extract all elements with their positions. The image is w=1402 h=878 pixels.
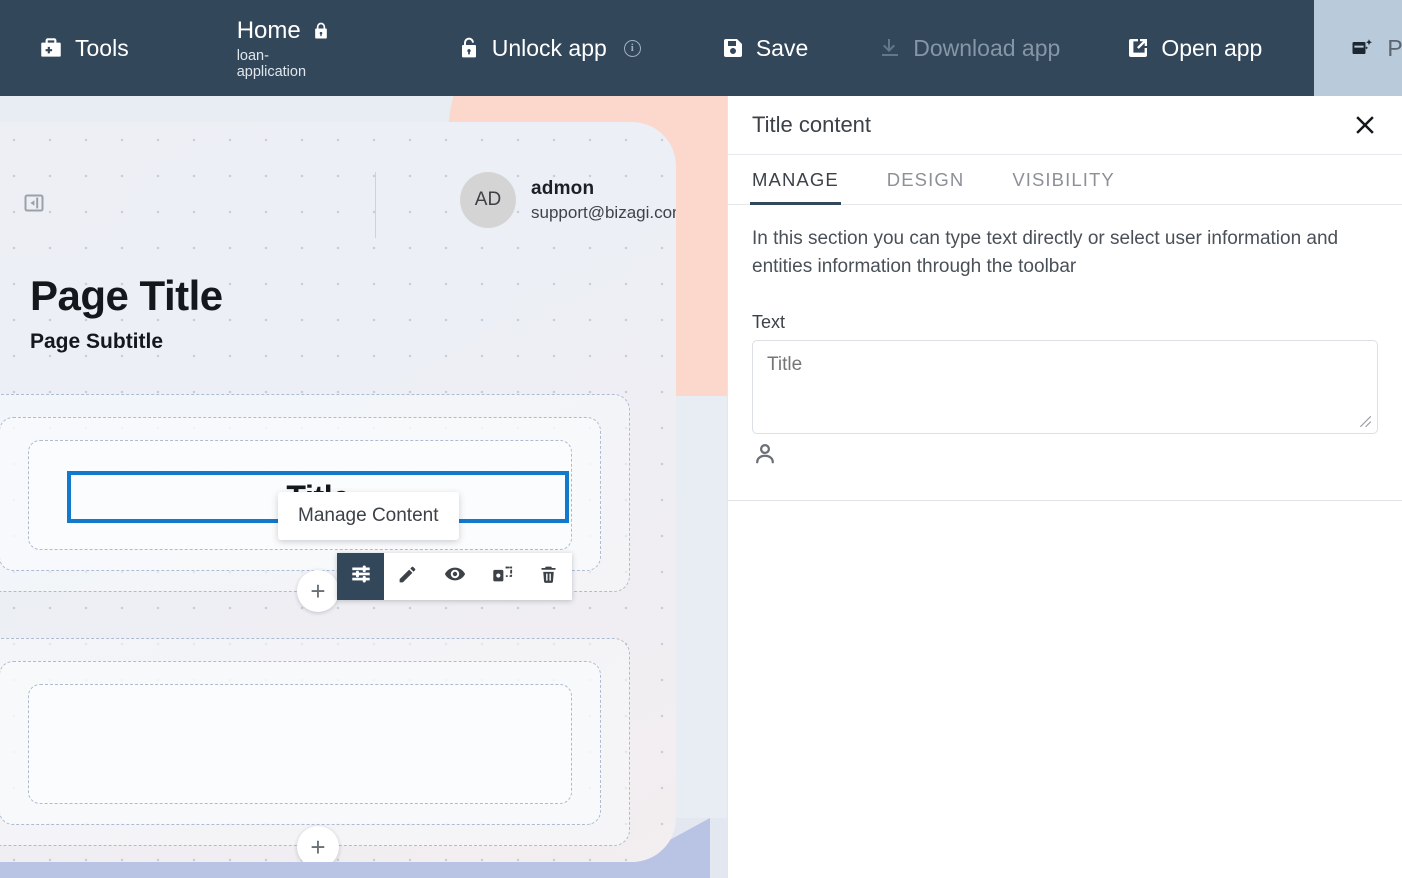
pencil-icon — [397, 564, 418, 590]
duplicate-button[interactable] — [478, 553, 525, 600]
home-sublabel: loan-application — [236, 47, 307, 80]
text-field-label: Text — [752, 312, 786, 332]
sliders-icon — [350, 563, 372, 590]
properties-panel: Title content MANAGE DESIGN VISIBILITY I… — [727, 96, 1402, 878]
publish-button[interactable]: Publish — [1314, 0, 1402, 96]
add-element-button-1[interactable]: + — [297, 570, 339, 612]
download-app-button[interactable]: Download app — [856, 0, 1082, 96]
add-element-button-2[interactable]: + — [297, 826, 339, 862]
tools-label: Tools — [75, 34, 129, 61]
panel-tabs: MANAGE DESIGN VISIBILITY — [728, 155, 1402, 205]
user-email: support@bizagi.com — [531, 202, 676, 222]
publish-label: Publish — [1387, 34, 1402, 61]
home-button[interactable]: Home loan-application — [211, 0, 357, 96]
user-info: AD admon support@bizagi.com — [460, 172, 676, 228]
lock-closed-icon — [311, 20, 331, 42]
page-title: Page Title — [30, 272, 223, 319]
lock-open-icon — [457, 35, 481, 61]
avatar: AD — [460, 172, 516, 228]
open-app-button[interactable]: Open app — [1104, 0, 1284, 96]
widget-action-toolbar — [337, 553, 572, 600]
tooltip: Manage Content — [278, 492, 459, 540]
page-subtitle: Page Subtitle — [30, 330, 164, 353]
unlock-app-label: Unlock app — [491, 34, 607, 61]
eye-icon — [444, 563, 466, 590]
edit-button[interactable] — [384, 553, 431, 600]
duplicate-icon — [491, 563, 513, 590]
panel-description: In this section you can type text direct… — [752, 228, 1339, 277]
layout-section-2[interactable] — [0, 638, 630, 846]
home-label: Home — [236, 16, 301, 44]
page-header: AD admon support@bizagi.com — [22, 166, 676, 240]
panel-title: Title content — [752, 112, 872, 137]
canvas-area: AD admon support@bizagi.com Page Title P… — [0, 96, 727, 878]
insert-user-info-button[interactable] — [752, 440, 778, 468]
layout-cell-2[interactable] — [28, 684, 572, 804]
unlock-app-button[interactable]: Unlock app i — [435, 0, 663, 96]
floppy-disk-icon — [721, 36, 745, 60]
tab-manage[interactable]: MANAGE — [750, 169, 841, 205]
publish-icon — [1350, 36, 1374, 60]
download-icon — [878, 36, 902, 60]
delete-button[interactable] — [525, 553, 572, 600]
plus-icon: + — [310, 576, 326, 606]
external-link-icon — [1126, 36, 1150, 60]
user-name: admon — [531, 177, 595, 199]
manage-content-button[interactable] — [337, 553, 384, 600]
plus-icon: + — [310, 832, 326, 862]
save-button[interactable]: Save — [699, 0, 830, 96]
download-app-label: Download app — [913, 34, 1061, 61]
visibility-button[interactable] — [431, 553, 478, 600]
panel-header: Title content — [728, 96, 1402, 155]
tools-button[interactable]: Tools — [16, 0, 151, 96]
close-icon[interactable] — [1350, 110, 1380, 140]
open-app-label: Open app — [1161, 34, 1263, 61]
toolbox-icon — [38, 35, 64, 61]
info-icon[interactable]: i — [623, 39, 641, 57]
header-divider — [375, 172, 376, 238]
layout-row-2[interactable] — [0, 661, 601, 825]
collapse-panel-icon[interactable] — [22, 190, 46, 216]
save-label: Save — [755, 34, 809, 61]
panel-divider — [728, 500, 1402, 501]
trash-icon — [538, 564, 559, 590]
tab-visibility[interactable]: VISIBILITY — [1012, 169, 1115, 204]
text-input[interactable] — [752, 340, 1378, 434]
tab-design[interactable]: DESIGN — [887, 169, 965, 204]
top-toolbar: Tools Home loan-application Unlock app i… — [0, 0, 1402, 96]
